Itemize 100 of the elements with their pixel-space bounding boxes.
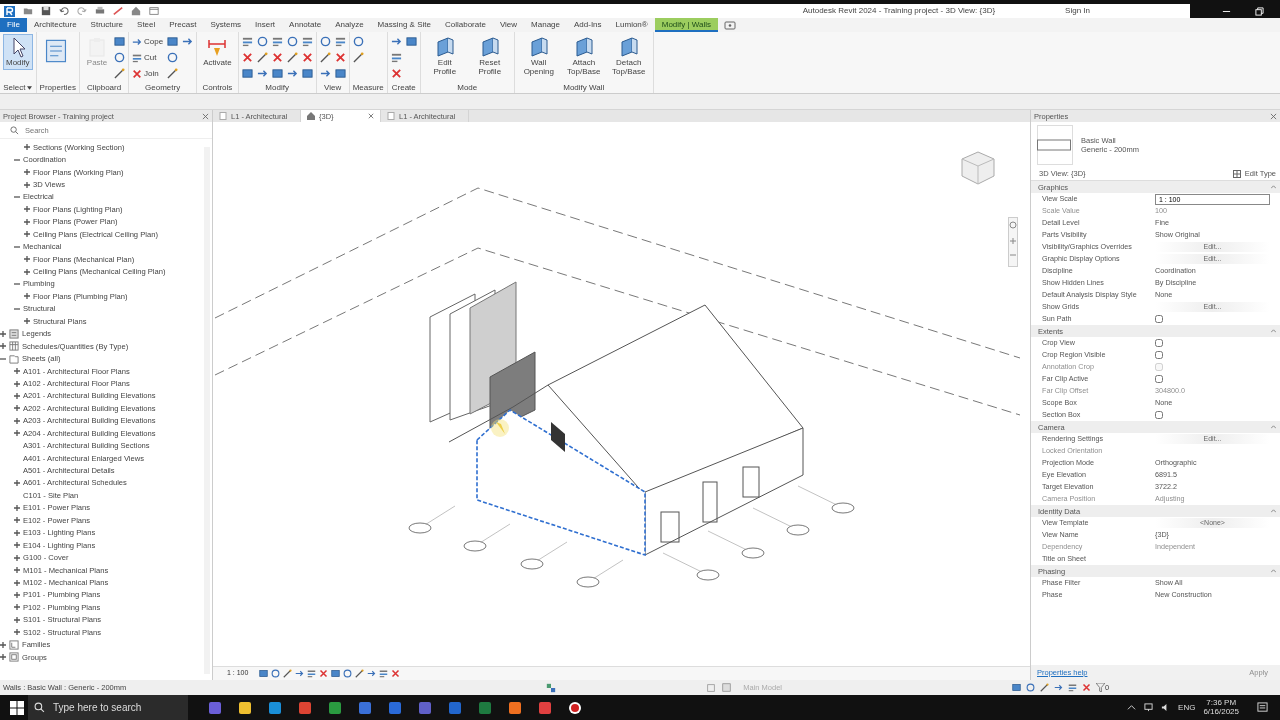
ribbon-tab[interactable]: Lumion® [608, 18, 655, 32]
box-icon[interactable] [301, 68, 313, 79]
ribbon-tab[interactable]: Modify | Walls [654, 18, 719, 32]
line-icon[interactable] [283, 669, 293, 678]
circle-icon[interactable] [256, 36, 268, 47]
cross-icon[interactable] [319, 669, 329, 678]
tool-button[interactable]: Cut [132, 50, 164, 65]
ribbon-tab[interactable]: Massing & Site [370, 18, 438, 32]
line-icon[interactable] [114, 68, 126, 79]
expand-icon[interactable] [24, 293, 30, 300]
ribbon-tab[interactable]: Systems [203, 18, 249, 32]
ribbon-tab[interactable]: Collaborate [437, 18, 493, 32]
clock-date[interactable]: 6/16/2025 [1203, 707, 1239, 717]
box-icon[interactable] [241, 68, 253, 79]
expand-icon[interactable] [24, 181, 30, 188]
expand-icon[interactable] [0, 343, 6, 350]
collapse-icon[interactable] [14, 156, 20, 163]
ribbon-tab[interactable]: Steel [130, 18, 163, 32]
expand-icon[interactable] [0, 641, 6, 648]
filter-icon[interactable] [1096, 683, 1105, 692]
circle-icon[interactable] [343, 669, 353, 678]
expand-icon[interactable] [24, 144, 30, 151]
cross-icon[interactable] [301, 52, 313, 63]
cross-icon[interactable] [390, 68, 402, 79]
close-icon[interactable] [1270, 112, 1277, 120]
expand-icon[interactable] [14, 405, 20, 412]
line-icon[interactable] [319, 52, 331, 63]
expand-icon[interactable] [24, 231, 30, 238]
expand-icon[interactable] [0, 654, 6, 661]
circle-icon[interactable] [167, 52, 179, 63]
workset-icon[interactable] [546, 682, 557, 693]
expand-icon[interactable] [14, 591, 20, 598]
arrow-icon[interactable] [256, 68, 268, 79]
line-icon[interactable] [256, 52, 268, 63]
expand-icon[interactable] [24, 218, 30, 225]
expand-icon[interactable] [14, 380, 20, 387]
checkbox[interactable] [1155, 315, 1163, 323]
box-icon[interactable] [331, 669, 341, 678]
app-tile-icon[interactable] [418, 700, 432, 715]
collapse-icon[interactable] [14, 193, 20, 200]
checkbox[interactable] [1155, 411, 1163, 419]
ribbon-tab[interactable]: Analyze [328, 18, 371, 32]
record-icon[interactable] [568, 700, 582, 715]
line-icon[interactable] [167, 68, 179, 79]
taskbar-search-box[interactable]: Type here to search [28, 695, 188, 720]
box-icon[interactable] [271, 68, 283, 79]
app-tile-icon[interactable] [478, 700, 492, 715]
expand-icon[interactable] [14, 517, 20, 524]
box-icon[interactable] [405, 36, 417, 47]
sign-in-link[interactable]: Sign In [1065, 6, 1090, 16]
ribbon-tab[interactable]: Precast [162, 18, 204, 32]
ribbon-tab[interactable]: Add-Ins [567, 18, 609, 32]
expand-icon[interactable] [24, 206, 30, 213]
clock-time[interactable]: 7:36 PM [1206, 698, 1237, 708]
circle-icon[interactable] [271, 669, 281, 678]
line-icon[interactable] [352, 52, 364, 63]
ribbon-tab[interactable]: Annotate [282, 18, 329, 32]
arrow-icon[interactable] [319, 68, 331, 79]
expand-icon[interactable] [14, 629, 20, 636]
bars-icon[interactable] [379, 669, 389, 678]
cross-icon[interactable] [334, 52, 346, 63]
line-icon[interactable] [355, 669, 365, 678]
expand-icon[interactable] [14, 480, 20, 487]
tool-button[interactable]: Wall Opening [517, 34, 560, 79]
tool-button[interactable]: Attach Top/Base [562, 34, 605, 79]
expand-icon[interactable] [14, 542, 20, 549]
line-icon[interactable] [286, 52, 298, 63]
window-switch-icon[interactable] [724, 20, 737, 30]
ribbon-tab[interactable]: Architecture [26, 18, 84, 32]
expand-icon[interactable] [14, 392, 20, 399]
cross-icon[interactable] [1082, 683, 1091, 692]
app-tile-icon[interactable] [358, 700, 372, 715]
expand-icon[interactable] [24, 268, 30, 275]
arrow-icon[interactable] [286, 68, 298, 79]
caret-icon[interactable] [27, 85, 33, 90]
box-icon[interactable] [1012, 683, 1021, 692]
ribbon-tab[interactable]: Manage [524, 18, 567, 32]
app-tile-icon[interactable] [208, 700, 222, 715]
collapse-icon[interactable] [0, 355, 6, 362]
checkbox[interactable] [1155, 339, 1163, 347]
bars-icon[interactable] [301, 36, 313, 47]
tool-button[interactable]: Cope [132, 34, 164, 49]
circle-icon[interactable] [1026, 683, 1035, 692]
ribbon-tab[interactable]: View [492, 18, 525, 32]
expand-icon[interactable] [14, 504, 20, 511]
chevron-up-icon[interactable] [1127, 703, 1137, 712]
arrow-icon[interactable] [367, 669, 377, 678]
arrow-icon[interactable] [1054, 683, 1063, 692]
app-tile-icon[interactable] [538, 700, 552, 715]
cross-icon[interactable] [241, 52, 253, 63]
ribbon-tab[interactable]: Insert [248, 18, 283, 32]
tool-button[interactable]: Activate [200, 34, 235, 70]
arrow-icon[interactable] [295, 669, 305, 678]
box-icon[interactable] [334, 68, 346, 79]
folder-icon[interactable] [23, 6, 33, 16]
box-icon[interactable] [114, 36, 126, 47]
box-icon[interactable] [259, 669, 269, 678]
expand-icon[interactable] [24, 256, 30, 263]
window-icon[interactable] [149, 6, 159, 16]
expand-icon[interactable] [14, 579, 20, 586]
